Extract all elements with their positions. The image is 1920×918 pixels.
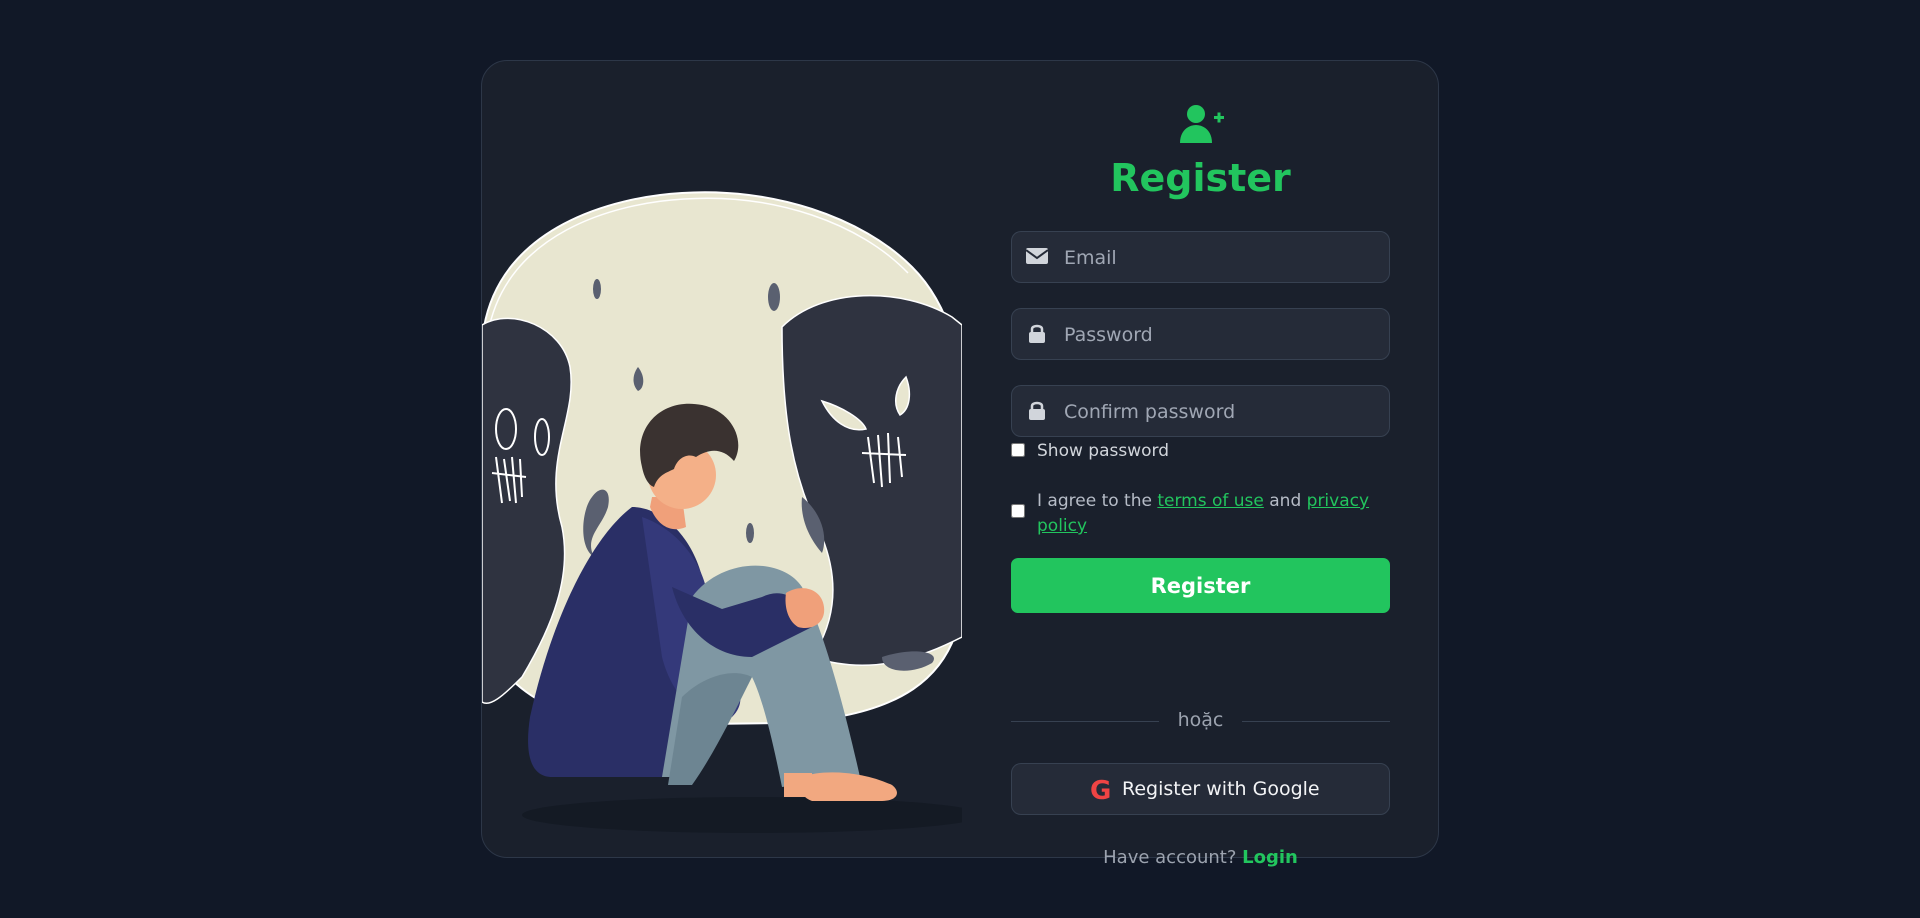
password-field[interactable]	[1011, 308, 1390, 361]
agree-row: I agree to the terms of use and privacy …	[1011, 489, 1390, 539]
login-link[interactable]: Login	[1242, 847, 1298, 868]
user-plus-icon	[1178, 103, 1226, 145]
register-button[interactable]: Register	[1011, 558, 1390, 613]
google-icon: G	[1090, 776, 1112, 806]
lock-icon	[1026, 323, 1048, 343]
divider-text: hoặc	[1177, 709, 1224, 731]
show-password-checkbox[interactable]	[1011, 443, 1025, 457]
agree-checkbox[interactable]	[1011, 504, 1025, 518]
show-password-label: Show password	[1037, 441, 1169, 461]
have-account-text: Have account?	[1103, 847, 1237, 868]
agree-text: I agree to the terms of use and privacy …	[1037, 491, 1370, 536]
page-title: Register	[1110, 156, 1291, 200]
confirm-password-input[interactable]	[1062, 386, 1386, 438]
illustration	[482, 157, 962, 857]
google-register-button[interactable]: G Register with Google	[1011, 763, 1390, 815]
terms-link[interactable]: terms of use	[1157, 491, 1264, 511]
email-input[interactable]	[1062, 232, 1386, 284]
show-password-row: Show password	[1011, 441, 1390, 463]
envelope-icon	[1025, 246, 1049, 266]
confirm-password-field[interactable]	[1011, 385, 1390, 438]
lock-icon	[1026, 400, 1048, 420]
google-button-label: Register with Google	[1122, 778, 1320, 800]
login-prompt: Have account? Login	[1011, 847, 1390, 868]
password-input[interactable]	[1062, 309, 1386, 361]
divider: hoặc	[1011, 709, 1390, 733]
register-card: Register Email Show password I agree to …	[481, 60, 1439, 868]
email-field[interactable]	[1011, 231, 1390, 284]
